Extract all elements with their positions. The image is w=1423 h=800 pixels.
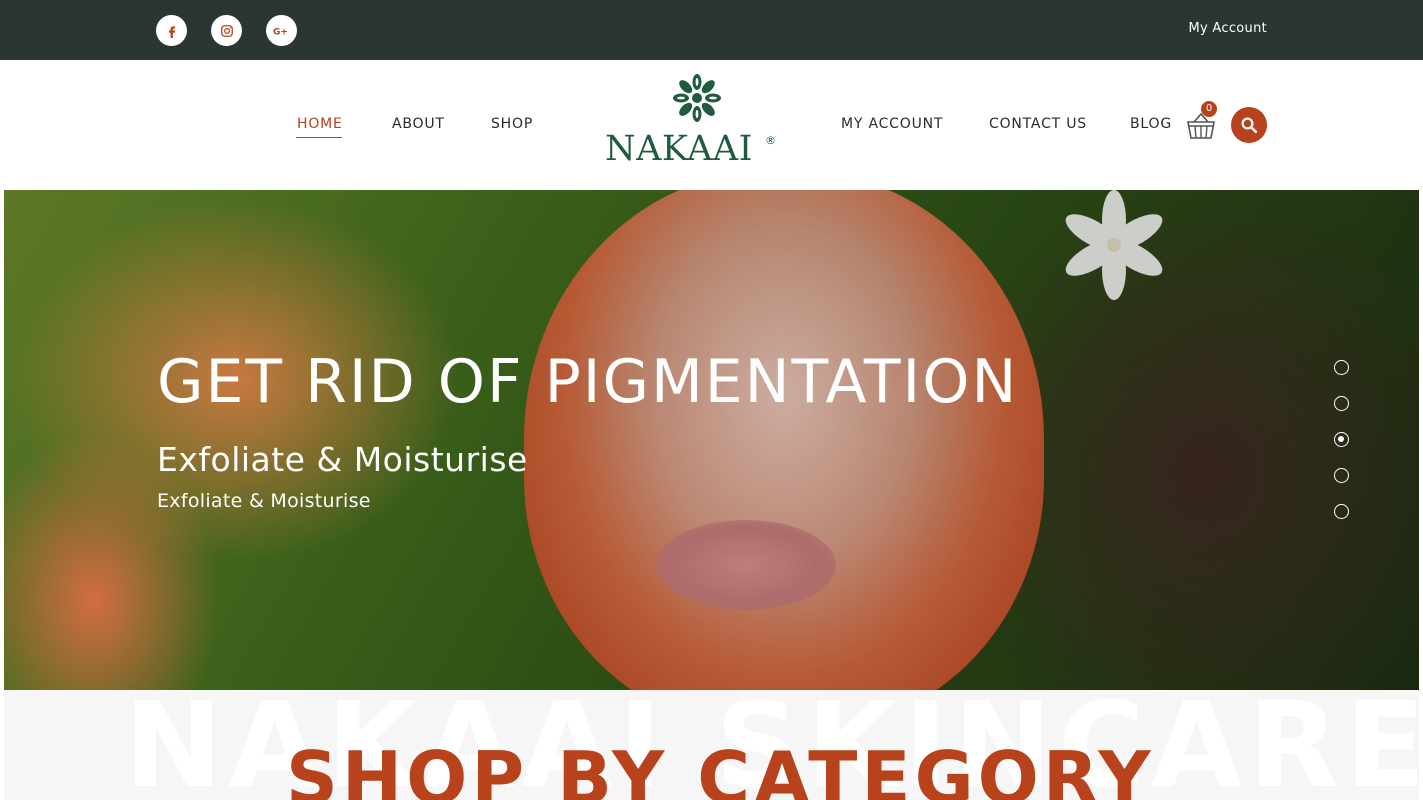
nav-contact-us[interactable]: CONTACT US — [989, 116, 1087, 132]
slider-dot-1[interactable] — [1334, 360, 1349, 375]
hero-slider: GET RID OF PIGMENTATION Exfoliate & Mois… — [4, 190, 1419, 690]
search-button[interactable] — [1231, 107, 1267, 143]
hero-title: GET RID OF PIGMENTATION — [157, 347, 1019, 417]
google-plus-icon[interactable]: G+ — [266, 15, 297, 46]
svg-text:G+: G+ — [273, 27, 288, 37]
nav-about[interactable]: ABOUT — [392, 116, 445, 132]
facebook-icon[interactable] — [156, 15, 187, 46]
main-header: HOME ABOUT SHOP NAKAAI ® MY ACCOUNT CONT… — [0, 60, 1423, 190]
section-title: SHOP BY CATEGORY — [286, 736, 1155, 800]
hero-subtitle: Exfoliate & Moisturise — [157, 440, 528, 479]
slider-dot-3[interactable] — [1334, 432, 1349, 447]
nav-shop[interactable]: SHOP — [491, 116, 533, 132]
logo-registered-mark: ® — [765, 134, 776, 147]
hero-caption: Exfoliate & Moisturise — [157, 490, 371, 512]
slider-dot-2[interactable] — [1334, 396, 1349, 411]
nav-my-account[interactable]: MY ACCOUNT — [841, 116, 943, 132]
flower-logo-icon — [673, 74, 721, 122]
logo-wordmark: NAKAAI — [605, 129, 754, 169]
top-bar: G+ My Account — [0, 0, 1423, 60]
shop-by-category-section: NAKAAI SKINCARE SHOP BY CATEGORY — [4, 690, 1419, 800]
slider-dot-5[interactable] — [1334, 504, 1349, 519]
site-logo[interactable]: NAKAAI ® — [605, 72, 781, 172]
slider-dot-4[interactable] — [1334, 468, 1349, 483]
nav-blog[interactable]: BLOG — [1130, 116, 1172, 132]
cart-count-badge: 0 — [1201, 101, 1217, 117]
instagram-icon[interactable] — [211, 15, 242, 46]
active-nav-underline — [296, 137, 342, 138]
nav-home[interactable]: HOME — [297, 116, 343, 132]
search-icon — [1241, 117, 1258, 134]
top-my-account-link[interactable]: My Account — [1188, 21, 1267, 36]
